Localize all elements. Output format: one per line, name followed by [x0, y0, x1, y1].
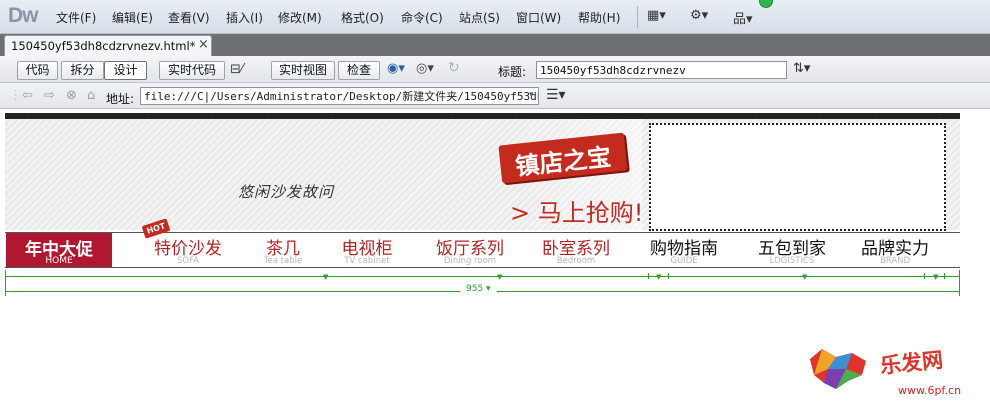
- site-structure-icon[interactable]: 品▾: [733, 8, 753, 27]
- preview-icon[interactable]: ◎▾: [416, 61, 434, 76]
- forward-icon[interactable]: ⇨: [44, 88, 55, 103]
- stop-icon[interactable]: ⊗: [66, 88, 77, 103]
- buy-now-text: > 马上抢购!: [510, 199, 644, 227]
- chevron-down-icon[interactable]: ▾: [529, 90, 534, 100]
- globe-icon[interactable]: ◉▾: [387, 61, 405, 76]
- menu-help[interactable]: 帮助(H): [578, 9, 620, 26]
- dreamweaver-window: Dw 文件(F) 编辑(E) 查看(V) 插入(I) 修改(M) 格式(O) 命…: [0, 0, 990, 414]
- layout-icon[interactable]: ▦▾: [647, 8, 666, 23]
- document-toolbar: [0, 56, 990, 83]
- ruler-marker[interactable]: ▼: [933, 273, 938, 281]
- nav-item-brand-en: BRAND: [879, 256, 911, 266]
- code-view-button[interactable]: 代码: [17, 61, 58, 80]
- live-view-button[interactable]: 实时视图: [271, 61, 335, 80]
- nav-item-sofa-en: SOFA: [176, 256, 199, 266]
- nav-item-bedroom-en: Bedroom: [556, 256, 596, 266]
- nav-promo-sub: HOME: [45, 256, 73, 266]
- split-view-button[interactable]: 拆分: [61, 61, 104, 80]
- menu-window[interactable]: 窗口(W): [516, 9, 561, 26]
- ruler-marker[interactable]: ▼: [323, 273, 328, 281]
- watermark-bull-logo: [810, 349, 866, 389]
- menu-commands[interactable]: 命令(C): [401, 9, 443, 26]
- address-input[interactable]: file:///C|/Users/Administrator/Desktop/新…: [140, 87, 539, 105]
- nav-item-tea-table-en: Tea table: [263, 256, 303, 266]
- menu-insert[interactable]: 插入(I): [226, 9, 263, 26]
- ruler-marker[interactable]: ▼: [656, 273, 661, 281]
- nav-item-guide-en: GUIDE: [670, 256, 698, 266]
- back-icon[interactable]: ⇦: [22, 88, 33, 103]
- title-label: 标题:: [498, 65, 527, 79]
- home-icon[interactable]: ⌂: [87, 88, 95, 103]
- document-tab[interactable]: 150450yf53dh8cdzrvnezv.html* ×: [4, 35, 212, 56]
- refresh-icon[interactable]: ↻: [448, 60, 460, 76]
- toolbar-grip: ⋮: [9, 88, 22, 103]
- check-compat-icon[interactable]: ⊟⁄: [230, 62, 243, 77]
- design-view-button[interactable]: 设计: [104, 61, 147, 80]
- ruler-marker[interactable]: ▼: [802, 273, 807, 281]
- table-width-number: 955: [466, 284, 484, 294]
- menu-divider: [637, 6, 638, 28]
- ruler-tick: [668, 273, 669, 279]
- menu-view[interactable]: 查看(V): [168, 9, 210, 26]
- nav-item-dining-room-en: Dining room: [443, 256, 497, 266]
- ruler-marker[interactable]: ▼: [497, 273, 502, 281]
- title-input[interactable]: 150450yf53dh8cdzrvnezv: [536, 61, 787, 79]
- menu-format[interactable]: 格式(O): [341, 9, 384, 26]
- nav-item-logistics-en: LOGISTICS: [769, 256, 815, 266]
- live-code-button[interactable]: 实时代码: [159, 61, 225, 80]
- close-icon[interactable]: ×: [198, 37, 209, 52]
- ruler-tick: [924, 273, 925, 279]
- nav-item-tv-cabinet-en: TV cabinet: [344, 256, 390, 266]
- menu-file[interactable]: 文件(F): [56, 9, 96, 26]
- watermark-url: www.6pf.cn: [898, 384, 962, 397]
- app-logo: Dw: [8, 4, 38, 27]
- table-width-value[interactable]: 955 ▾: [460, 284, 497, 294]
- file-management-icon[interactable]: ⇅▾: [793, 61, 810, 76]
- banner-script-text: 悠闲沙发故问: [238, 183, 335, 201]
- document-tab-label: 150450yf53dh8cdzrvnezv.html*: [11, 39, 196, 53]
- menu-modify[interactable]: 修改(M): [278, 9, 322, 26]
- menu-site[interactable]: 站点(S): [459, 9, 500, 26]
- inspect-button[interactable]: 检查: [338, 61, 380, 80]
- menu-edit[interactable]: 编辑(E): [112, 9, 153, 26]
- address-label: 地址:: [106, 92, 135, 106]
- url-options-icon[interactable]: ☰▾: [546, 87, 566, 103]
- column-ruler: [5, 276, 960, 277]
- gear-icon[interactable]: ⚙▾: [690, 8, 708, 23]
- ruler-tick: [944, 273, 945, 279]
- ruler-left-bound: [5, 270, 6, 296]
- ruler-right-bound: [959, 270, 960, 296]
- empty-layout-box[interactable]: [649, 123, 946, 231]
- ruler-tick: [648, 273, 649, 279]
